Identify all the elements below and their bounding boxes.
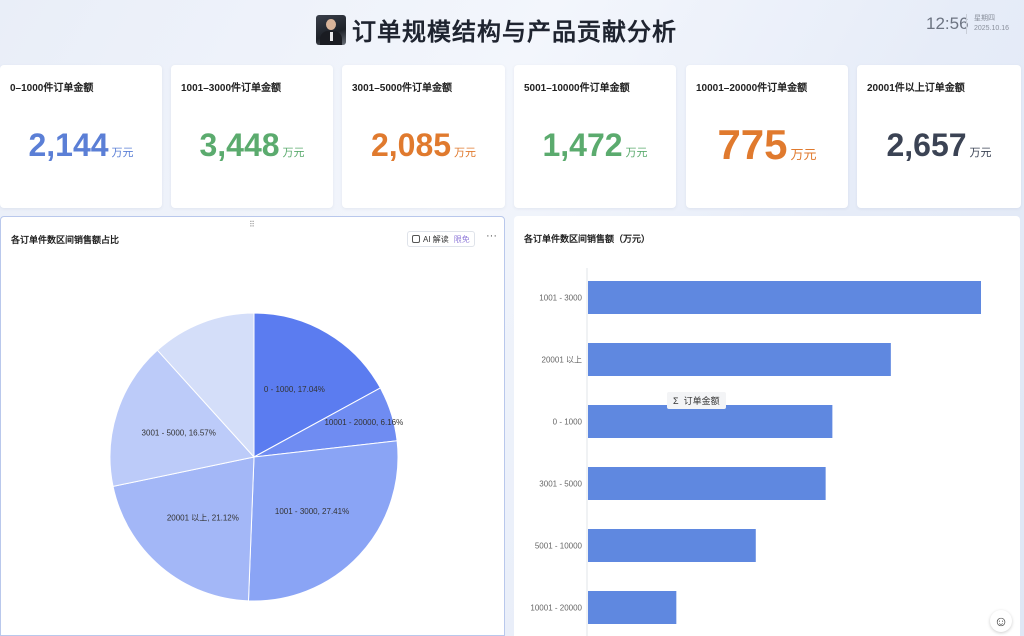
bar[interactable]	[588, 281, 981, 314]
kpi-label: 0–1000件订单金额	[10, 83, 94, 94]
kpi-card-20001-plus: 20001件以上订单金额 2,657 万元	[857, 65, 1021, 208]
kpi-unit: 万元	[111, 147, 134, 159]
pie-slice-label: 1001 - 3000, 27.41%	[275, 507, 349, 516]
bar-category-label: 1001 - 3000	[539, 294, 582, 303]
kpi-value-row: 3,448 万元	[171, 127, 333, 164]
assistant-bot-icon[interactable]: ☺	[990, 610, 1012, 632]
kpi-unit: 万元	[969, 147, 992, 159]
kpi-value: 2,085	[370, 127, 452, 163]
bar[interactable]	[588, 591, 677, 624]
kpi-value: 1,472	[542, 127, 623, 163]
bar[interactable]	[588, 529, 756, 562]
kpi-value-row: 1,472 万元	[514, 127, 676, 164]
bar-category-label: 3001 - 5000	[539, 480, 582, 489]
date-label: 2025.10.16	[974, 25, 1010, 32]
pie-slice-label: 10001 - 20000, 6.16%	[324, 418, 403, 427]
kpi-label: 1001–3000件订单金额	[181, 83, 282, 94]
kpi-label: 20001件以上订单金额	[867, 83, 965, 94]
title-wrap: 订单规模结构与产品贡献分析	[316, 12, 677, 47]
tooltip-label: 订单金额	[683, 396, 720, 406]
kpi-unit: 万元	[454, 147, 477, 159]
bar[interactable]	[588, 405, 833, 438]
presenter-avatar	[316, 14, 346, 45]
kpi-value: 2,144	[28, 127, 109, 163]
date-block: 星期四 2025.10.16	[966, 14, 1009, 34]
kpi-value: 775	[717, 121, 788, 168]
pie-chart: 0 - 1000, 17.04% 10001 - 20000, 6.16% 1001…	[109, 312, 403, 602]
pie-slice[interactable]	[247, 440, 399, 602]
weekday-label: 星期四	[974, 15, 995, 22]
kpi-value-row: 2,085 万元	[342, 127, 505, 164]
page-title: 订单规模结构与产品贡献分析	[352, 19, 677, 46]
bar-chart-title: 各订单件数区间销售额（万元）	[524, 234, 651, 244]
kpi-card-3001-5000: 3001–5000件订单金额 2,085 万元	[342, 65, 505, 208]
bar-category-label: 5001 - 10000	[535, 542, 583, 551]
bar[interactable]	[588, 343, 891, 376]
sigma-icon: Σ	[673, 395, 679, 406]
bar-category-label: 10001 - 20000	[530, 604, 582, 613]
bar-chart: 1001 - 3000 20001 以上 0 - 1000 3001 - 5000 50…	[530, 268, 981, 636]
bar-chart-panel[interactable]: 各订单件数区间销售额（万元） 1001 - 3000 20001 以上 0 - 10…	[514, 216, 1020, 636]
kpi-unit: 万元	[282, 147, 305, 159]
kpi-label: 3001–5000件订单金额	[352, 83, 453, 94]
dashboard-header: 订单规模结构与产品贡献分析 12:56 星期四 2025.10.16	[0, 0, 1024, 56]
measure-tooltip[interactable]: Σ 订单金额	[667, 392, 726, 409]
kpi-card-10001-20000: 10001–20000件订单金额 775 万元	[686, 65, 848, 208]
pie-slice-label: 3001 - 5000, 16.57%	[142, 428, 216, 437]
bar[interactable]	[588, 467, 826, 500]
kpi-value: 3,448	[199, 127, 280, 163]
kpi-unit: 万元	[790, 147, 817, 162]
pie-slice-label: 20001 以上, 21.12%	[167, 513, 239, 522]
kpi-value-row: 775 万元	[686, 121, 848, 169]
bar-category-label: 0 - 1000	[553, 418, 583, 427]
kpi-card-1001-3000: 1001–3000件订单金额 3,448 万元	[171, 65, 333, 208]
kpi-unit: 万元	[625, 147, 648, 159]
pie-chart-panel[interactable]: ⠿ 各订单件数区间销售额占比 AI 解读 限免 ··· 0 - 1000, 17…	[0, 216, 505, 636]
kpi-value-row: 2,144 万元	[0, 127, 162, 164]
bar-category-label: 20001 以上	[542, 356, 582, 365]
kpi-label: 5001–10000件订单金额	[524, 83, 630, 94]
clock-time: 12:56	[926, 14, 969, 33]
kpi-value: 2,657	[886, 127, 967, 163]
kpi-card-5001-10000: 5001–10000件订单金额 1,472 万元	[514, 65, 676, 208]
drag-handle-icon[interactable]: ⠿	[249, 220, 255, 229]
kpi-card-0-1000: 0–1000件订单金额 2,144 万元	[0, 65, 162, 208]
kpi-label: 10001–20000件订单金额	[696, 83, 808, 94]
pie-slice-label: 0 - 1000, 17.04%	[264, 385, 325, 394]
kpi-value-row: 2,657 万元	[857, 127, 1021, 164]
